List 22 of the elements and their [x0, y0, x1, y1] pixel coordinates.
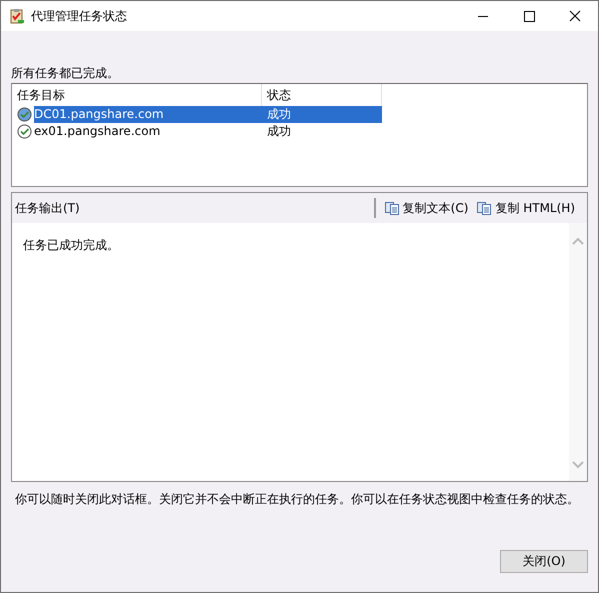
scroll-down-icon[interactable]	[572, 461, 584, 469]
table-cell: DC01.pangshare.com	[34, 106, 262, 123]
check-circle-icon	[17, 107, 32, 122]
summary-text: 所有任务都已完成。	[11, 65, 120, 82]
table-cell: 成功	[262, 106, 382, 123]
task-row[interactable]: DC01.pangshare.com 成功	[12, 106, 587, 123]
scroll-up-icon[interactable]	[572, 237, 584, 245]
output-text: 任务已成功完成。	[22, 237, 120, 254]
clipboard-check-icon	[9, 8, 25, 24]
window-title: 代理管理任务状态	[31, 8, 127, 24]
copy-button[interactable]: 复制 HTML(H)	[472, 200, 579, 216]
note-text: 你可以随时关闭此对话框。关闭它并不会中断正在执行的任务。你可以在任务状态视图中检查任务的状态。	[14, 492, 580, 508]
copy-icon	[476, 201, 492, 215]
table-cell-text: ex01.pangshare.com	[34, 123, 162, 140]
close-button[interactable]: 关闭(O)	[500, 550, 588, 573]
copy-button[interactable]: 复制文本(C)	[380, 200, 472, 216]
copy-icon	[384, 201, 400, 215]
check-circle-icon	[17, 124, 32, 139]
task-row[interactable]: ex01.pangshare.com 成功	[12, 123, 587, 140]
output-label: 任务输出(T)	[15, 200, 80, 216]
table-cell-text: 成功	[266, 123, 292, 140]
scrollbar[interactable]	[569, 223, 587, 481]
